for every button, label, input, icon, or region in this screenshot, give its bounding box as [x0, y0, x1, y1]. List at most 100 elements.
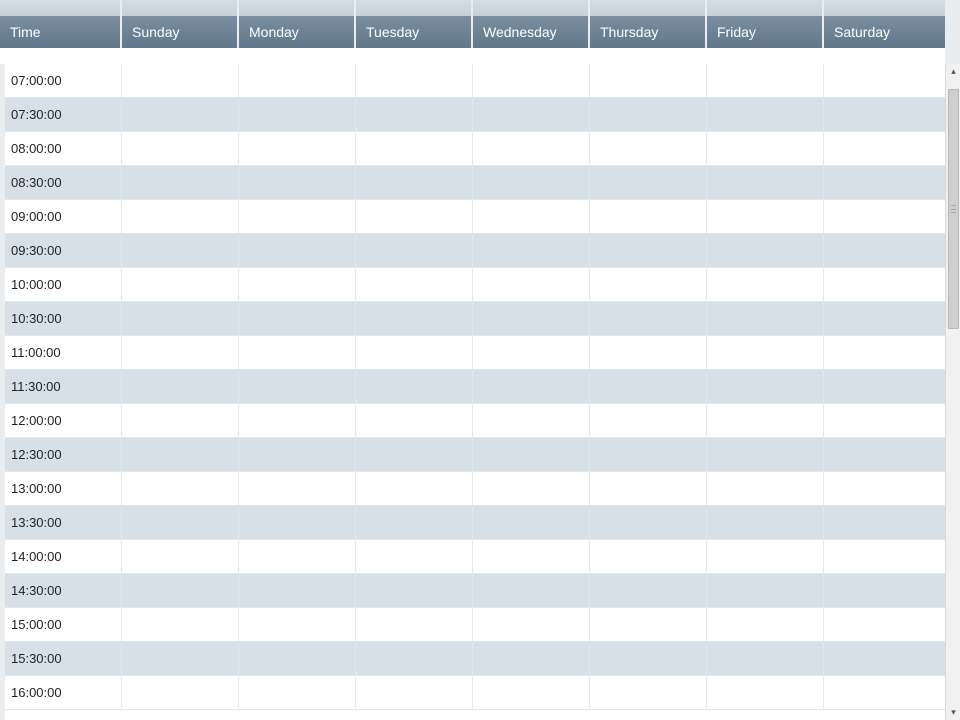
schedule-cell-friday[interactable] — [707, 336, 824, 370]
schedule-cell-wednesday[interactable] — [473, 472, 590, 506]
schedule-cell-wednesday[interactable] — [473, 540, 590, 574]
schedule-cell-thursday[interactable] — [590, 438, 707, 472]
schedule-cell-saturday[interactable] — [824, 574, 945, 608]
column-header-wednesday[interactable]: Wednesday — [473, 16, 590, 48]
schedule-cell-saturday[interactable] — [824, 608, 945, 642]
schedule-cell-wednesday[interactable] — [473, 132, 590, 166]
schedule-cell-thursday[interactable] — [590, 98, 707, 132]
column-header-time[interactable]: Time — [0, 16, 122, 48]
schedule-cell-friday[interactable] — [707, 370, 824, 404]
schedule-cell-sunday[interactable] — [122, 98, 239, 132]
schedule-cell-wednesday[interactable] — [473, 506, 590, 540]
time-cell[interactable]: 09:00:00 — [5, 200, 122, 234]
schedule-cell-tuesday[interactable] — [356, 234, 473, 268]
time-cell[interactable]: 08:00:00 — [5, 132, 122, 166]
schedule-cell-tuesday[interactable] — [356, 540, 473, 574]
table-row[interactable]: 08:30:00 — [5, 166, 945, 200]
schedule-cell-tuesday[interactable] — [356, 302, 473, 336]
table-row[interactable]: 13:30:00 — [5, 506, 945, 540]
table-row[interactable]: 10:30:00 — [5, 302, 945, 336]
schedule-cell-friday[interactable] — [707, 132, 824, 166]
schedule-cell-thursday[interactable] — [590, 200, 707, 234]
schedule-cell-monday[interactable] — [239, 64, 356, 98]
schedule-cell-sunday[interactable] — [122, 608, 239, 642]
vertical-scrollbar[interactable]: ▴ ▾ — [945, 64, 960, 720]
schedule-cell-saturday[interactable] — [824, 370, 945, 404]
schedule-cell-saturday[interactable] — [824, 540, 945, 574]
schedule-cell-sunday[interactable] — [122, 574, 239, 608]
schedule-cell-saturday[interactable] — [824, 404, 945, 438]
time-cell[interactable]: 12:30:00 — [5, 438, 122, 472]
schedule-cell-tuesday[interactable] — [356, 370, 473, 404]
schedule-cell-wednesday[interactable] — [473, 370, 590, 404]
schedule-cell-saturday[interactable] — [824, 268, 945, 302]
table-row[interactable]: 14:00:00 — [5, 540, 945, 574]
schedule-cell-saturday[interactable] — [824, 132, 945, 166]
schedule-cell-friday[interactable] — [707, 506, 824, 540]
table-row[interactable]: 07:30:00 — [5, 98, 945, 132]
column-header-monday[interactable]: Monday — [239, 16, 356, 48]
schedule-cell-tuesday[interactable] — [356, 506, 473, 540]
schedule-cell-friday[interactable] — [707, 472, 824, 506]
schedule-cell-friday[interactable] — [707, 302, 824, 336]
table-row[interactable]: 08:00:00 — [5, 132, 945, 166]
time-cell[interactable]: 16:00:00 — [5, 676, 122, 710]
time-cell[interactable]: 15:30:00 — [5, 642, 122, 676]
schedule-cell-wednesday[interactable] — [473, 234, 590, 268]
schedule-cell-monday[interactable] — [239, 608, 356, 642]
schedule-cell-sunday[interactable] — [122, 404, 239, 438]
schedule-cell-thursday[interactable] — [590, 540, 707, 574]
scroll-up-arrow-icon[interactable]: ▴ — [946, 64, 960, 79]
schedule-cell-thursday[interactable] — [590, 676, 707, 710]
schedule-cell-saturday[interactable] — [824, 234, 945, 268]
schedule-cell-monday[interactable] — [239, 132, 356, 166]
schedule-cell-wednesday[interactable] — [473, 642, 590, 676]
table-row[interactable]: 11:00:00 — [5, 336, 945, 370]
table-row[interactable]: 09:30:00 — [5, 234, 945, 268]
table-row[interactable]: 09:00:00 — [5, 200, 945, 234]
schedule-cell-thursday[interactable] — [590, 574, 707, 608]
time-cell[interactable]: 13:00:00 — [5, 472, 122, 506]
table-row[interactable]: 12:30:00 — [5, 438, 945, 472]
table-row[interactable]: 15:00:00 — [5, 608, 945, 642]
schedule-cell-thursday[interactable] — [590, 268, 707, 302]
schedule-cell-tuesday[interactable] — [356, 404, 473, 438]
table-row[interactable]: 11:30:00 — [5, 370, 945, 404]
schedule-cell-wednesday[interactable] — [473, 608, 590, 642]
schedule-cell-monday[interactable] — [239, 540, 356, 574]
schedule-cell-friday[interactable] — [707, 540, 824, 574]
table-row[interactable]: 15:30:00 — [5, 642, 945, 676]
scrollbar-thumb[interactable] — [948, 89, 959, 329]
schedule-cell-tuesday[interactable] — [356, 64, 473, 98]
schedule-cell-saturday[interactable] — [824, 200, 945, 234]
schedule-cell-sunday[interactable] — [122, 540, 239, 574]
schedule-cell-thursday[interactable] — [590, 404, 707, 438]
schedule-cell-tuesday[interactable] — [356, 642, 473, 676]
schedule-cell-saturday[interactable] — [824, 676, 945, 710]
schedule-cell-tuesday[interactable] — [356, 132, 473, 166]
schedule-cell-thursday[interactable] — [590, 166, 707, 200]
schedule-cell-monday[interactable] — [239, 574, 356, 608]
time-cell[interactable]: 11:00:00 — [5, 336, 122, 370]
schedule-cell-saturday[interactable] — [824, 506, 945, 540]
schedule-cell-thursday[interactable] — [590, 370, 707, 404]
schedule-cell-sunday[interactable] — [122, 472, 239, 506]
schedule-cell-wednesday[interactable] — [473, 336, 590, 370]
schedule-cell-monday[interactable] — [239, 438, 356, 472]
schedule-cell-tuesday[interactable] — [356, 268, 473, 302]
schedule-cell-friday[interactable] — [707, 268, 824, 302]
schedule-cell-sunday[interactable] — [122, 302, 239, 336]
schedule-cell-wednesday[interactable] — [473, 404, 590, 438]
time-cell[interactable]: 09:30:00 — [5, 234, 122, 268]
time-cell[interactable]: 07:00:00 — [5, 64, 122, 98]
schedule-cell-saturday[interactable] — [824, 642, 945, 676]
schedule-cell-wednesday[interactable] — [473, 676, 590, 710]
schedule-cell-friday[interactable] — [707, 98, 824, 132]
schedule-cell-monday[interactable] — [239, 676, 356, 710]
schedule-cell-monday[interactable] — [239, 370, 356, 404]
table-row[interactable]: 13:00:00 — [5, 472, 945, 506]
schedule-cell-tuesday[interactable] — [356, 200, 473, 234]
schedule-cell-monday[interactable] — [239, 234, 356, 268]
schedule-cell-wednesday[interactable] — [473, 200, 590, 234]
table-row[interactable]: 16:00:00 — [5, 676, 945, 710]
